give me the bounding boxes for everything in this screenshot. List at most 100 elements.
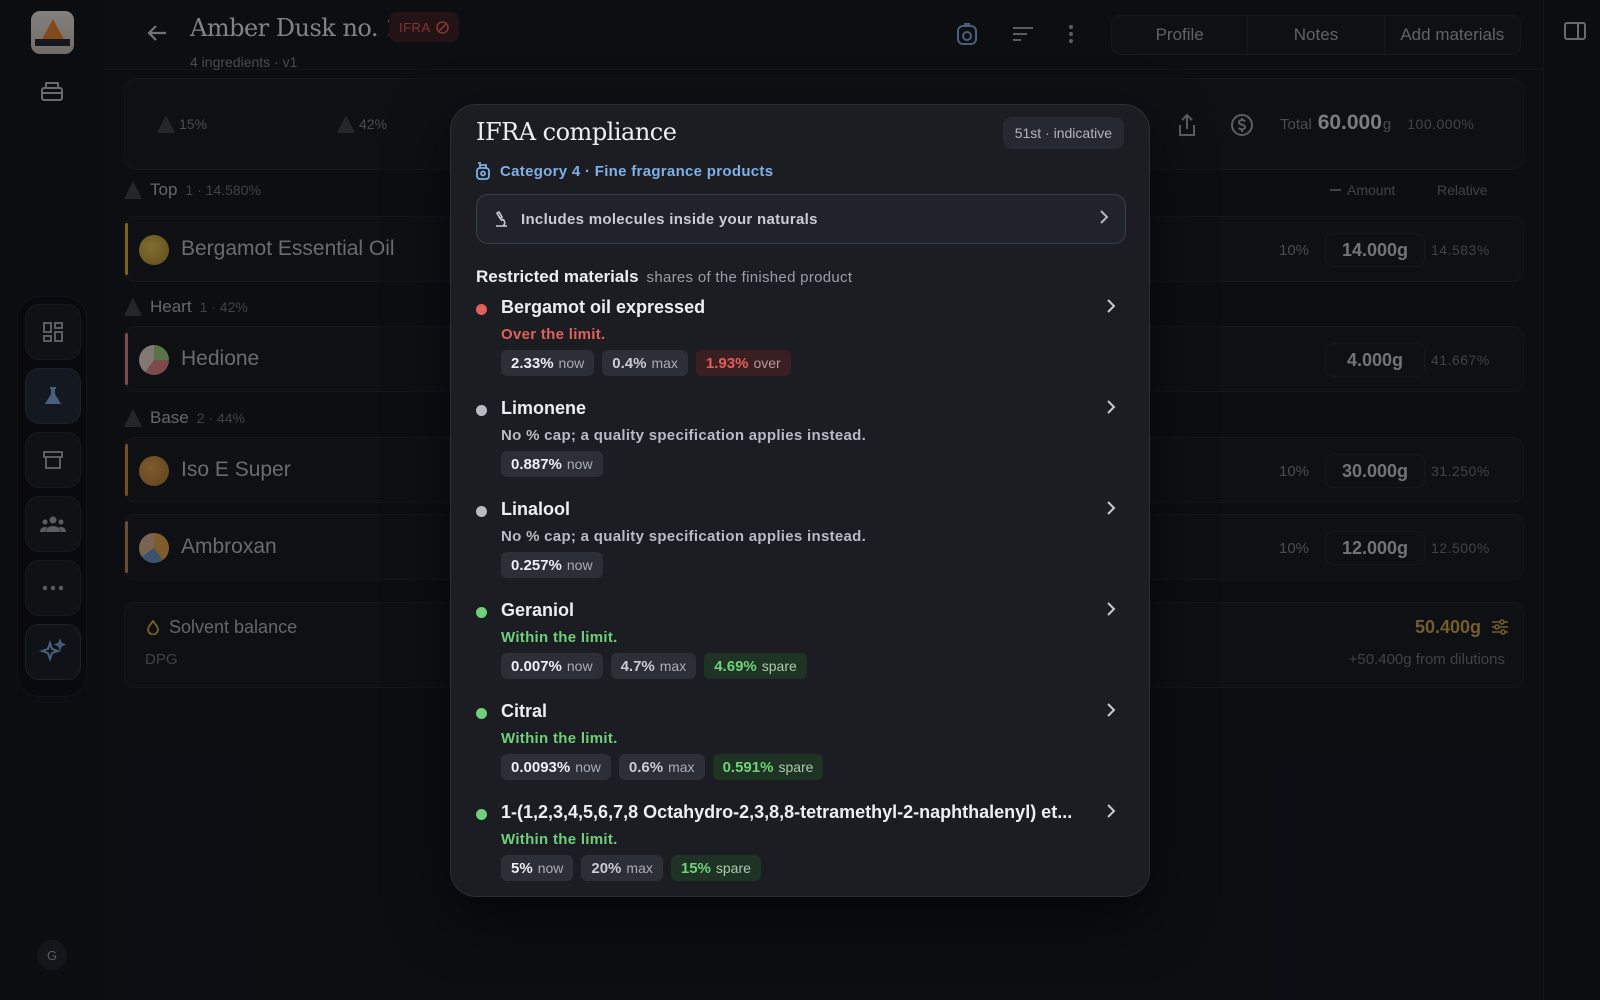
ingredient-color-dot — [139, 235, 169, 265]
category-row[interactable]: Category 4 · Fine fragrance products — [476, 162, 773, 180]
chevron-right-icon — [1106, 804, 1116, 823]
pyramid-icon — [124, 409, 142, 427]
ifra-compliance-dialog: IFRA compliance 51st · indicative Catego… — [450, 104, 1150, 897]
arrow-left-icon — [147, 25, 166, 41]
community-button[interactable] — [25, 496, 81, 552]
ai-assistant-button[interactable] — [25, 624, 81, 680]
spray-bottle-icon — [476, 162, 490, 180]
restricted-heading-label: Restricted materials — [476, 267, 639, 286]
ifra-amendment-badge[interactable]: 51st · indicative — [1002, 117, 1124, 149]
over-value: 1.93% — [705, 354, 749, 372]
dashboard-button[interactable] — [25, 304, 81, 360]
tab-add-materials[interactable]: Add materials — [1385, 16, 1520, 54]
restricted-item[interactable]: Limonene No % cap; a quality specificati… — [476, 398, 1126, 488]
now-value: 0.257% — [511, 556, 562, 574]
pyramid-icon — [157, 115, 175, 133]
section-heart-meta: 1 · 42% — [199, 299, 248, 315]
material-name: 1-(1,2,3,4,5,6,7,8 Octahydro-2,3,8,8-tet… — [501, 802, 1073, 822]
tab-notes[interactable]: Notes — [1248, 16, 1385, 54]
ingredient-dilution[interactable]: 10% — [1269, 235, 1319, 265]
relative-column-header[interactable]: Relative — [1437, 182, 1488, 198]
material-chips: 0.007% now 4.7% max 4.69% spare — [501, 653, 807, 679]
ingredient-amount[interactable]: 14.000g — [1325, 233, 1425, 267]
ingredient-relative: 14.583% — [1431, 242, 1490, 258]
amount-column-label: Amount — [1347, 182, 1396, 198]
ingredient-dilution[interactable]: 10% — [1269, 533, 1319, 563]
material-chips: 2.33% now 0.4% max 1.93% over — [501, 350, 791, 376]
status-dot — [476, 405, 487, 416]
now-label: now — [566, 658, 593, 674]
timer-icon[interactable] — [956, 22, 978, 51]
page-title: Amber Dusk no. 1 — [190, 14, 400, 42]
spare-chip: 15% spare — [670, 855, 761, 881]
adjust-icon[interactable] — [1491, 619, 1509, 640]
status-dot — [476, 506, 487, 517]
restricted-item[interactable]: Bergamot oil expressed Over the limit. 2… — [476, 297, 1126, 387]
molecules-in-naturals-button[interactable]: Includes molecules inside your naturals — [476, 194, 1126, 244]
molecules-in-naturals-label: Includes molecules inside your naturals — [521, 210, 818, 228]
section-top-name: Top — [150, 180, 178, 199]
spare-value: 4.69% — [714, 657, 757, 675]
solvent-note: +50.400g from dilutions — [1348, 651, 1505, 668]
material-status: Within the limit. — [501, 629, 618, 646]
material-name: Bergamot oil expressed — [501, 297, 706, 317]
total-label: Total — [1280, 116, 1312, 133]
now-label: now — [566, 557, 593, 573]
archive-button[interactable] — [25, 432, 81, 488]
minus-icon — [1330, 189, 1341, 191]
total-percent: 100.000% — [1407, 116, 1475, 132]
sort-icon[interactable] — [1012, 26, 1034, 47]
spare-label: spare — [715, 860, 751, 876]
status-dot — [476, 809, 487, 820]
panel-toggle-icon[interactable] — [1564, 22, 1586, 45]
ingredient-dilution[interactable]: 10% — [1269, 456, 1319, 486]
solvent-amount: 50.400g — [1414, 617, 1481, 637]
ingredient-color-dot — [139, 345, 169, 375]
user-avatar[interactable]: G — [37, 940, 67, 970]
cost-icon[interactable] — [1230, 113, 1254, 142]
restricted-item[interactable]: Geraniol Within the limit. 0.007% now 4.7… — [476, 600, 1126, 690]
now-label: now — [558, 355, 585, 371]
ingredient-amount[interactable]: 4.000g — [1325, 343, 1425, 377]
section-base-name: Base — [150, 408, 189, 427]
ingredient-amount[interactable]: 12.000g — [1325, 531, 1425, 565]
material-status: Within the limit. — [501, 831, 618, 848]
section-base: Base 2 · 44% — [124, 408, 245, 428]
material-chips: 0.0093% now 0.6% max 0.591% spare — [501, 754, 824, 780]
pyramid-icon — [124, 181, 142, 199]
more-vertical-icon[interactable] — [1068, 24, 1074, 49]
now-chip: 0.007% now — [501, 653, 603, 679]
ingredient-relative: 41.667% — [1431, 352, 1490, 368]
spare-chip: 0.591% spare — [712, 754, 824, 780]
total-amount: 60.000 — [1317, 111, 1382, 134]
material-status: No % cap; a quality specification applie… — [501, 528, 867, 545]
now-value: 2.33% — [511, 354, 554, 372]
amount-column-header[interactable]: Amount — [1330, 182, 1395, 198]
over-label: over — [753, 355, 781, 371]
restricted-item[interactable]: Linalool No % cap; a quality specificati… — [476, 499, 1126, 589]
restricted-materials-heading: Restricted materials shares of the finish… — [476, 267, 852, 287]
grid-icon — [43, 322, 63, 342]
ifra-status-badge[interactable]: IFRA — [389, 12, 459, 42]
spare-value: 15% — [680, 859, 711, 877]
restricted-item[interactable]: Citral Within the limit. 0.0093% now 0.6%… — [476, 701, 1126, 791]
restricted-item[interactable]: 1-(1,2,3,4,5,6,7,8 Octahydro-2,3,8,8-tet… — [476, 802, 1126, 892]
section-base-meta: 2 · 44% — [196, 410, 245, 426]
back-button[interactable] — [144, 20, 170, 51]
box-icon[interactable] — [40, 80, 64, 102]
app-logo[interactable] — [31, 11, 74, 54]
status-dot — [476, 304, 487, 315]
more-button[interactable] — [25, 560, 81, 616]
header: Amber Dusk no. 1 IFRA 4 ingredients · v1… — [104, 0, 1543, 70]
material-status: Within the limit. — [501, 730, 618, 747]
ingredient-amount[interactable]: 30.000g — [1325, 454, 1425, 488]
over-chip: 1.93% over — [695, 350, 791, 376]
more-horizontal-icon — [42, 585, 64, 591]
now-value: 0.007% — [511, 657, 562, 675]
tab-profile[interactable]: Profile — [1112, 16, 1249, 54]
pyramid-icon — [337, 115, 355, 133]
share-icon[interactable] — [1177, 113, 1197, 142]
max-value: 4.7% — [620, 657, 655, 675]
now-label: now — [575, 759, 601, 775]
formula-button[interactable] — [25, 368, 81, 424]
